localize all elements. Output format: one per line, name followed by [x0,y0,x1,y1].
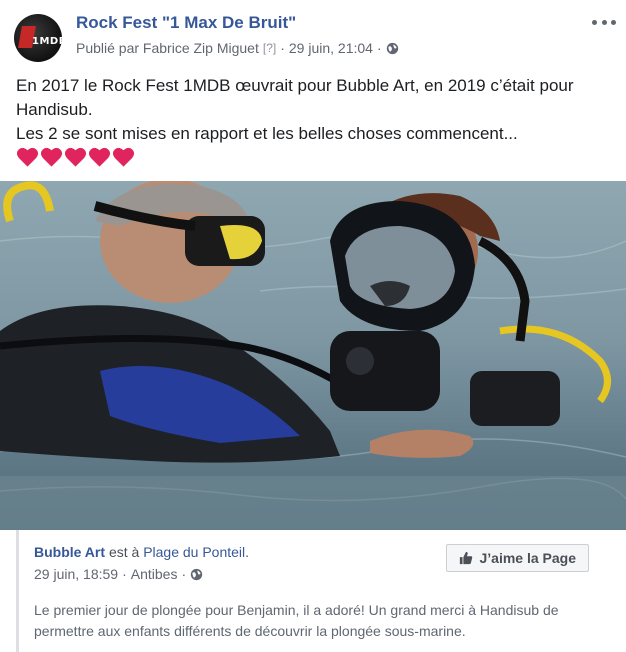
post-text-line-2: Les 2 se sont mises en rapport et les be… [16,124,518,143]
meta-separator: · [280,40,285,56]
hearts-emoji-row [16,146,135,168]
is-at-text: est à [108,544,140,560]
shared-location-link[interactable]: Antibes [131,566,178,582]
red-heart-icon [16,147,39,167]
shared-description: Le premier jour de plongée pour Benjamin… [34,602,559,639]
shared-page-line: Bubble Art est à Plage du Ponteil. [34,544,249,560]
shared-separator-2: · [181,566,187,582]
globe-icon[interactable] [386,42,399,55]
post-text-line-1: En 2017 le Rock Fest 1MDB œuvrait pour B… [16,76,574,119]
post-timestamp[interactable]: 29 juin, 21:04 [289,40,373,56]
red-heart-icon [112,147,135,167]
red-heart-icon [88,147,111,167]
red-heart-icon [64,147,87,167]
published-by-link[interactable]: Publié par Fabrice Zip Miguet [76,40,259,56]
like-page-label: J’aime la Page [479,550,576,566]
shared-page-link[interactable]: Bubble Art [34,544,105,560]
more-options-icon[interactable] [592,14,616,30]
like-page-button[interactable]: J’aime la Page [446,544,589,572]
shared-separator: · [122,566,127,582]
avatar-logo-text: 1MDB [32,36,62,47]
shared-date-link[interactable]: 29 juin, 18:59 [34,566,118,582]
place-period: . [245,544,250,560]
shared-meta: 29 juin, 18:59 · Antibes · [34,566,203,582]
shared-post-card: Bubble Art est à Plage du Ponteil. 29 ju… [16,530,626,652]
page-avatar[interactable]: 1MDB [14,14,62,62]
help-bracket[interactable]: [?] [263,41,276,55]
more-dot [601,19,607,25]
page-name-link[interactable]: Rock Fest "1 Max De Bruit" [76,13,296,33]
meta-separator-2: · [376,40,382,56]
more-dot [592,19,597,25]
more-dot [611,19,616,25]
diving-photo-illustration [0,181,626,530]
thumbs-up-icon [460,551,473,565]
red-heart-icon [40,147,63,167]
post-text: En 2017 le Rock Fest 1MDB œuvrait pour B… [16,74,616,146]
place-link[interactable]: Plage du Ponteil [143,544,245,560]
post-photo[interactable] [0,181,626,530]
post-meta: Publié par Fabrice Zip Miguet [?] · 29 j… [76,40,399,56]
globe-icon[interactable] [190,568,203,581]
